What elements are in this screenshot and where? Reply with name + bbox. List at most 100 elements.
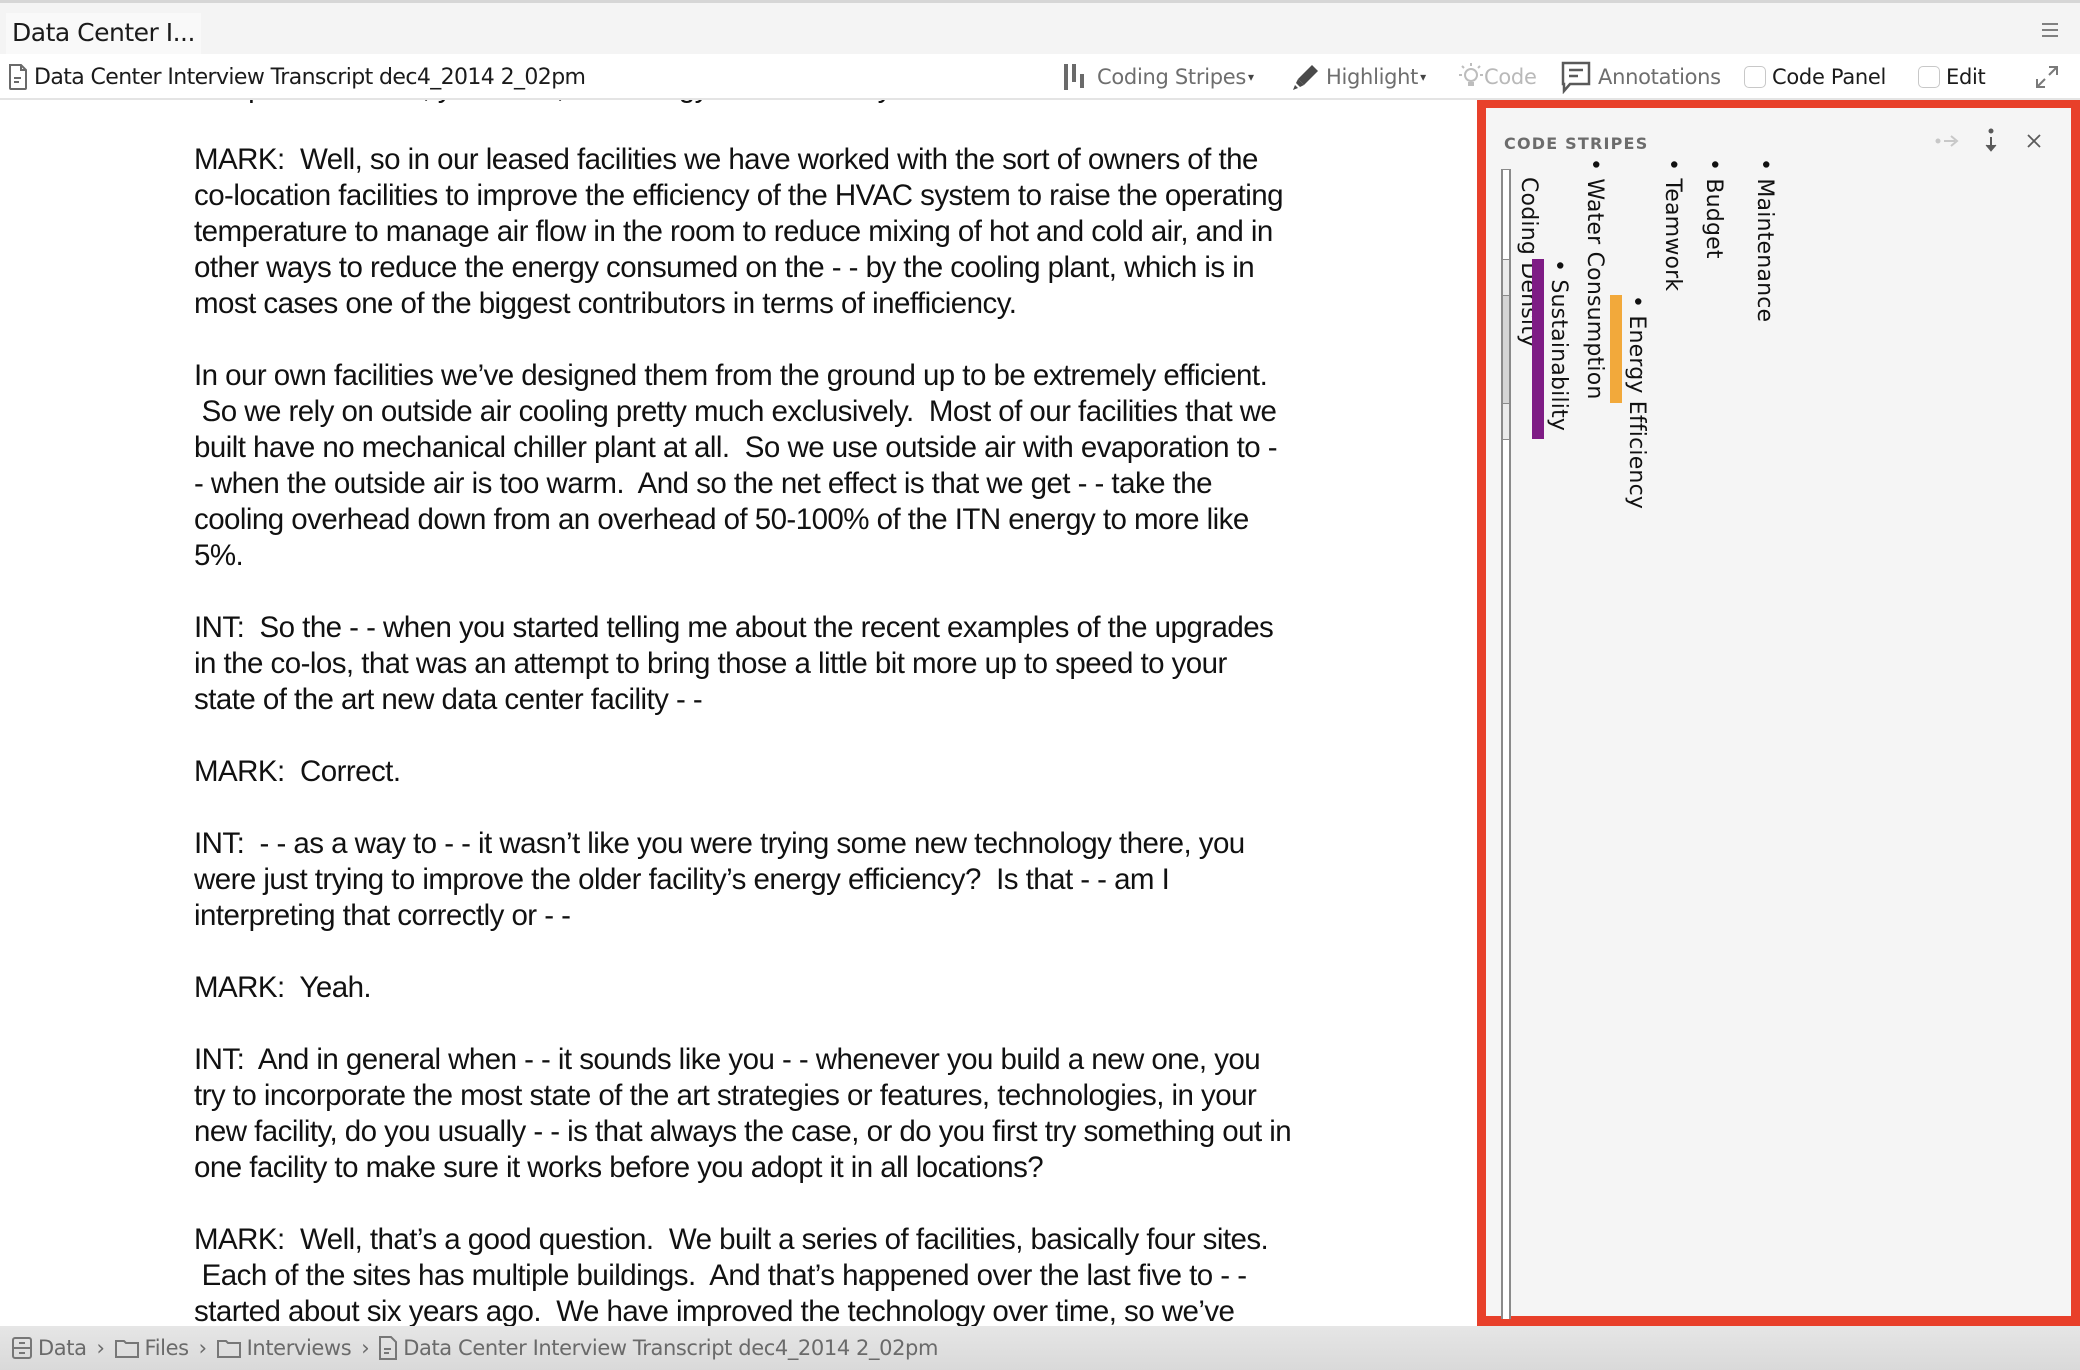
arrow-down-icon [1985, 128, 1997, 152]
folder-icon [216, 1338, 241, 1358]
transcript-line: MARK: Yeah. [194, 971, 372, 1004]
transcript-line: cooling overhead down from an overhead o… [194, 503, 1249, 536]
edit-label: Edit [1946, 65, 1986, 89]
code-label[interactable]: • Budget [1701, 158, 1726, 259]
transcript-line: new facility, do you usually - - is that… [194, 1115, 1292, 1148]
transcript-line: other ways to reduce the energy consumed… [194, 251, 1255, 284]
transcript-paragraph: compared to other, you know, technology … [194, 100, 1454, 106]
code-panel-checkbox[interactable] [1744, 66, 1766, 88]
breadcrumb-label: Files [144, 1336, 189, 1360]
expand-icon [2036, 66, 2058, 88]
code-panel-label: Code Panel [1772, 65, 1887, 89]
coding-stripes-label: Coding Stripes [1097, 65, 1247, 89]
annotations-label: Annotations [1598, 65, 1721, 89]
expand-button[interactable] [2034, 60, 2060, 94]
breadcrumb-item[interactable]: Files [114, 1336, 189, 1360]
transcript-paragraph: MARK: Yeah. [194, 970, 1454, 1006]
close-panel-button[interactable] [2027, 126, 2041, 156]
code-button[interactable]: Code [1458, 60, 1537, 94]
code-stripe-energy-efficiency[interactable] [1610, 295, 1622, 403]
transcript-line: INT: And in general when - - it sounds l… [194, 1043, 1261, 1076]
arrow-right-icon [1935, 135, 1959, 147]
breadcrumb-separator: › [96, 1336, 105, 1360]
breadcrumb-label: Interviews [246, 1336, 352, 1360]
document-viewer[interactable]: compared to other, you know, technology … [0, 100, 1476, 1326]
coding-stripes-button[interactable]: Coding Stripes ▾ [1061, 60, 1254, 94]
transcript-line: most cases one of the biggest contributo… [194, 287, 1017, 320]
breadcrumb-label: Data [38, 1336, 87, 1360]
transcript-paragraph: In our own facilities we’ve designed the… [194, 358, 1454, 574]
lightbulb-icon [1459, 63, 1483, 86]
transcript-paragraph: INT: - - as a way to - - it wasn’t like … [194, 826, 1454, 934]
transcript-paragraph: INT: And in general when - - it sounds l… [194, 1042, 1454, 1186]
transcript-line: try to incorporate the most state of the… [194, 1079, 1257, 1112]
transcript-line: Each of the sites has multiple buildings… [194, 1259, 1247, 1292]
transcript-paragraph: MARK: Well, so in our leased facilities … [194, 142, 1454, 322]
breadcrumb-separator: › [198, 1336, 207, 1360]
pin-bottom-button[interactable] [1983, 126, 1999, 156]
edit-toggle[interactable]: Edit [1918, 60, 1986, 94]
transcript-line: MARK: Well, so in our leased facilities … [194, 143, 1258, 176]
hamburger-menu-icon[interactable] [2042, 23, 2058, 37]
transcript-paragraph: INT: So the - - when you started telling… [194, 610, 1454, 718]
annotations-button[interactable]: Annotations [1560, 60, 1721, 94]
code-stripes-panel: CODE STRIPES Coding Density • Sustainabi… [1477, 100, 2080, 1326]
panel-title: CODE STRIPES [1504, 134, 1649, 153]
code-label[interactable]: • Maintenance [1752, 158, 1777, 322]
document-toolbar: Data Center Interview Transcript dec4_20… [0, 54, 2080, 100]
coding-stripes-icon [1064, 64, 1084, 90]
caret-down-icon: ▾ [1248, 70, 1254, 84]
document-title-text: Data Center Interview Transcript dec4_20… [34, 64, 586, 90]
transcript-line: state of the art new data center facilit… [194, 683, 703, 716]
highlighter-icon [1293, 65, 1318, 90]
breadcrumb-item[interactable]: Data Center Interview Transcript dec4_20… [379, 1336, 938, 1360]
transcript-line: co-location facilities to improve the ef… [194, 179, 1284, 212]
transcript-paragraph: MARK: Correct. [194, 754, 1454, 790]
highlight-label: Highlight [1326, 65, 1419, 89]
transcript-line: started about six years ago. We have imp… [194, 1295, 1235, 1326]
transcript-text: compared to other, you know, technology … [194, 100, 1454, 1326]
transcript-line: MARK: Well, that’s a good question. We b… [194, 1223, 1269, 1256]
transcript-line: in the co-los, that was an attempt to br… [194, 647, 1227, 680]
transcript-line: compared to other, you know, technology … [194, 100, 1454, 106]
transcript-line: were just trying to improve the older fa… [194, 863, 1170, 896]
close-icon [2027, 134, 2041, 148]
transcript-line: INT: - - as a way to - - it wasn’t like … [194, 827, 1245, 860]
breadcrumb-bar: Data › Files › Interviews › Data Center Interv… [0, 1326, 2080, 1370]
coding-density-bar[interactable] [1501, 169, 1511, 1319]
breadcrumb-item[interactable]: Data [12, 1336, 87, 1360]
code-panel-toggle[interactable]: Code Panel [1744, 60, 1886, 94]
breadcrumb-item[interactable]: Interviews [216, 1336, 352, 1360]
code-stripe-sustainability[interactable] [1532, 259, 1544, 439]
transcript-line: So we rely on outside air cooling pretty… [194, 395, 1277, 428]
edit-checkbox[interactable] [1918, 66, 1940, 88]
transcript-line: 5%. [194, 539, 244, 572]
transcript-line: - when the outside air is too warm. And … [194, 467, 1213, 500]
code-label[interactable]: • Water Consumption [1582, 158, 1607, 400]
code-label[interactable]: • Teamwork [1660, 158, 1685, 291]
density-segment [1503, 259, 1509, 295]
highlight-button[interactable]: Highlight ▾ [1290, 60, 1426, 94]
annotation-icon [1561, 61, 1591, 94]
document-tab[interactable]: Data Center I... [6, 13, 201, 55]
code-label[interactable]: • Energy Efficiency [1624, 295, 1649, 509]
breadcrumb-separator: › [361, 1336, 370, 1360]
transcript-line: interpreting that correctly or - - [194, 899, 571, 932]
transcript-line: In our own facilities we’ve designed the… [194, 359, 1268, 392]
density-segment [1503, 439, 1509, 889]
transcript-line: built have no mechanical chiller plant a… [194, 431, 1278, 464]
document-icon [9, 64, 27, 90]
transcript-line: one facility to make sure it works befor… [194, 1151, 1044, 1184]
code-label: Code [1484, 65, 1537, 89]
code-label[interactable]: • Sustainability [1546, 259, 1571, 431]
transcript-line: temperature to manage air flow in the ro… [194, 215, 1273, 248]
document-icon [379, 1336, 398, 1360]
tab-bar: Data Center I... [0, 0, 2080, 55]
folder-icon [114, 1338, 139, 1358]
cabinet-icon [12, 1337, 32, 1359]
transcript-paragraph: MARK: Well, that’s a good question. We b… [194, 1222, 1454, 1326]
caret-down-icon: ▾ [1420, 70, 1426, 84]
document-title: Data Center Interview Transcript dec4_20… [8, 60, 586, 94]
transcript-line: MARK: Correct. [194, 755, 401, 788]
pin-right-button[interactable] [1933, 126, 1961, 156]
